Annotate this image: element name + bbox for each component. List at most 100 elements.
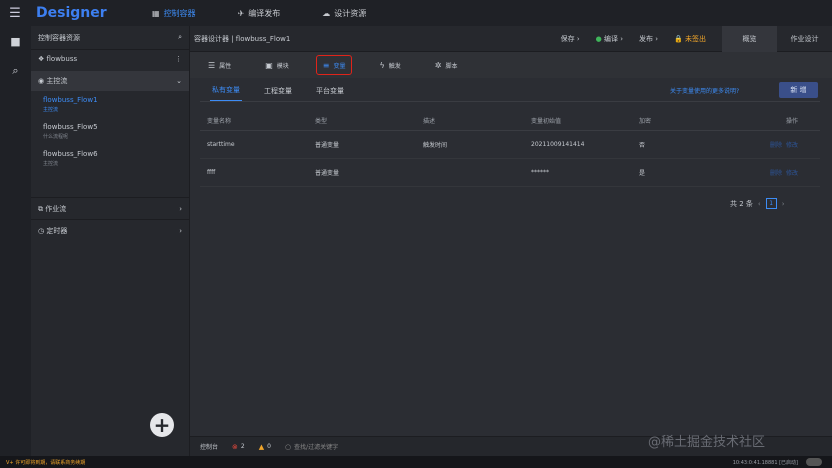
save-button[interactable]: 保存 › <box>561 34 580 44</box>
compile-label: 编译 <box>603 34 618 43</box>
flow-sub: 主控流 <box>43 161 59 167</box>
chevron-down-icon: ⌄ <box>176 77 182 85</box>
tab-triggers[interactable]: ϟ 触发 <box>373 56 406 74</box>
add-variable-button[interactable]: 新 增 <box>779 82 818 98</box>
tab-properties[interactable]: ☰ 属性 <box>202 56 237 74</box>
table-header: 变量名称 类型 描述 变量初始值 加密 操作 <box>200 112 820 131</box>
section-main-flow[interactable]: ◉ 主控流 ⌄ <box>31 71 189 91</box>
tab-modules[interactable]: ▣ 模块 <box>259 56 295 74</box>
left-rail: ■ ⌕ <box>0 26 31 456</box>
watermark: @稀土掘金技术社区 <box>648 435 766 450</box>
info-icon[interactable]: ○ <box>285 443 291 451</box>
checkout-label: 未签出 <box>685 34 706 43</box>
tab-label: 变量 <box>333 62 346 70</box>
app-logo: Designer <box>36 5 107 21</box>
nav-control-container[interactable]: ▦ 控制容器 <box>152 8 196 19</box>
column-header: 加密 <box>632 112 712 131</box>
chevron-right-icon: › <box>179 204 182 213</box>
flow-item[interactable]: flowbuss_Flow5 什么流程呢 <box>31 118 189 145</box>
menu-icon[interactable]: ☰ <box>0 0 30 26</box>
save-label: 保存 <box>560 34 575 43</box>
section-job-flow[interactable]: ⧉ 作业流 › <box>31 197 189 219</box>
flow-item[interactable]: flowbuss_Flow1 主控流 <box>31 91 189 118</box>
flow-item[interactable]: flowbuss_Flow6 主控流 <box>31 145 189 172</box>
current-page[interactable]: 1 <box>765 198 777 209</box>
script-icon: ✲ <box>434 60 442 70</box>
folder-icon[interactable]: ■ <box>0 26 31 56</box>
console-label[interactable]: 控制台 <box>200 442 218 451</box>
compile-button[interactable]: ● 编译 › <box>596 34 623 44</box>
editor-tabs: ☰ 属性 ▣ 模块 ≡ 变量 ϟ 触发 ✲ 脚本 <box>190 52 832 78</box>
cell-encrypted: 是 <box>632 158 712 187</box>
tab-label: 触发 <box>388 62 401 70</box>
tab-overview[interactable]: 概览 <box>722 25 777 52</box>
add-button[interactable]: + <box>150 413 174 437</box>
project-name: flowbuss <box>46 55 78 63</box>
publish-label: 发布 <box>639 34 654 43</box>
edit-link[interactable]: 修改 <box>786 170 798 177</box>
help-link[interactable]: 关于变量使用的更多说明? <box>670 86 739 95</box>
subtab-project[interactable]: 工程变量 <box>262 81 294 101</box>
variable-icon: ≡ <box>322 60 330 70</box>
tab-label: 属性 <box>219 62 232 70</box>
subtab-private[interactable]: 私有变量 <box>210 80 242 101</box>
delete-link[interactable]: 删除 <box>770 170 782 177</box>
console-search[interactable]: 查找/过滤关键字 <box>294 442 338 451</box>
prev-page-button[interactable]: ‹ <box>758 200 761 208</box>
status-info: 10:43:0:41.18881 [已启动] <box>732 459 798 466</box>
cell-desc: 触发时间 <box>416 130 524 159</box>
warning-icon[interactable]: ▲ <box>259 443 264 451</box>
cell-desc <box>416 158 524 187</box>
container-icon: ▦ <box>152 8 160 18</box>
flow-sub: 什么流程呢 <box>43 134 69 140</box>
tab-job-design[interactable]: 作业设计 <box>777 26 832 52</box>
flow-name: flowbuss_Flow6 <box>43 150 98 158</box>
column-header: 操作 <box>712 112 820 131</box>
cell-type: 普通变量 <box>308 158 416 187</box>
flow-sub: 主控流 <box>43 107 59 113</box>
next-page-button[interactable]: › <box>782 200 785 208</box>
checkout-status[interactable]: 🔒 未签出 <box>674 34 706 44</box>
project-icon: ❖ <box>38 55 47 63</box>
check-icon: ● <box>595 34 602 43</box>
more-icon[interactable]: ⋮ <box>175 55 182 63</box>
flow-name: flowbuss_Flow1 <box>43 96 98 104</box>
sidebar-header: 控制容器资源 ⌕ <box>31 26 189 50</box>
cell-init: ****** <box>524 158 632 187</box>
cell-actions: 删除 修改 <box>712 130 820 159</box>
tab-scripts[interactable]: ✲ 脚本 <box>429 56 464 74</box>
error-icon[interactable]: ⊗ <box>232 443 238 451</box>
flow-name: flowbuss_Flow5 <box>43 123 98 131</box>
warning-count: 0 <box>267 443 271 450</box>
search-icon[interactable]: ⌕ <box>0 56 31 86</box>
tab-variables[interactable]: ≡ 变量 <box>315 55 353 75</box>
tab-label: 模块 <box>276 62 289 70</box>
nav-label: 设计资源 <box>334 8 367 18</box>
edit-link[interactable]: 修改 <box>786 142 798 149</box>
column-header: 变量名称 <box>200 112 308 131</box>
status-bar: V+ 许可即将到期，请联系商务续期 10:43:0:41.18881 [已启动] <box>0 456 832 468</box>
nav-label: 控制容器 <box>163 8 196 18</box>
nav-design-resources[interactable]: ☁ 设计资源 <box>322 8 366 19</box>
subtab-platform[interactable]: 平台变量 <box>314 81 346 101</box>
variables-table: 变量名称 类型 描述 变量初始值 加密 操作 starttime 普通变量 触发… <box>200 112 820 187</box>
column-header: 类型 <box>308 112 416 131</box>
cell-name: ffff <box>200 158 308 187</box>
lock-icon: 🔒 <box>674 34 683 43</box>
table-row: starttime 普通变量 触发时间 20211009141414 否 删除修… <box>200 130 820 159</box>
section-timers[interactable]: ◷ 定时器 › <box>31 219 189 241</box>
delete-link[interactable]: 删除 <box>770 142 782 149</box>
sidebar-title: 控制容器资源 <box>38 33 80 42</box>
module-icon: ▣ <box>265 60 273 70</box>
section-label: 主控流 <box>46 77 68 85</box>
search-icon[interactable]: ⌕ <box>178 33 182 42</box>
project-selector[interactable]: ❖ flowbuss ⋮ <box>31 50 189 68</box>
publish-button[interactable]: 发布 › <box>639 34 658 44</box>
nav-compile-publish[interactable]: ✈ 编译发布 <box>238 8 281 19</box>
section-label: 定时器 <box>46 226 68 235</box>
column-header: 变量初始值 <box>524 112 632 131</box>
toggle-switch[interactable] <box>806 458 822 466</box>
pagination: 共 2 条 ‹ 1 › <box>730 198 785 209</box>
nav-label: 编译发布 <box>248 8 281 18</box>
cell-type: 普通变量 <box>308 130 416 159</box>
